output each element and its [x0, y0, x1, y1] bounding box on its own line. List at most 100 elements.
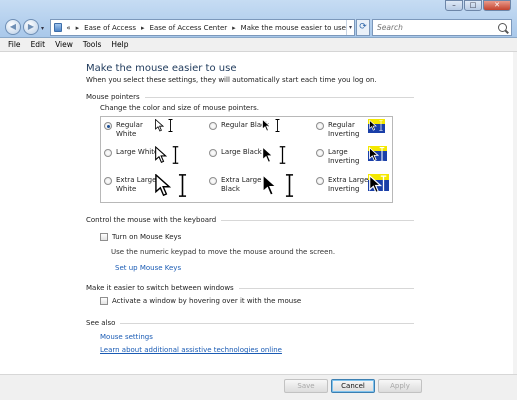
pointer-option-label[interactable]: Regular Inverting	[328, 121, 359, 139]
pointer-option[interactable]: Extra Large White	[104, 176, 156, 194]
close-button[interactable]: ✕	[483, 0, 511, 11]
pointer-option-label[interactable]: Extra Large White	[116, 176, 156, 194]
pointer-option[interactable]: Extra Large Black	[209, 176, 261, 194]
section-label: Control the mouse with the keyboard	[86, 216, 217, 224]
search-input[interactable]	[377, 23, 495, 32]
maximize-button[interactable]: □	[464, 0, 482, 11]
search-box[interactable]	[372, 19, 512, 36]
mouse-keys-checkbox-row[interactable]: Turn on Mouse Keys	[100, 233, 181, 241]
breadcrumb-separator-icon[interactable]: ▸	[232, 24, 236, 32]
button-bar: Save Cancel Apply	[0, 374, 517, 400]
pointer-preview-icon	[368, 119, 385, 133]
see-also-heading: See also	[86, 319, 414, 327]
pointer-option-label-line2: Black	[221, 185, 240, 193]
menu-edit[interactable]: Edit	[31, 40, 46, 49]
keyboard-section-heading: Control the mouse with the keyboard	[86, 216, 414, 224]
divider	[238, 287, 414, 289]
pointer-preview-icon	[155, 173, 187, 199]
hover-activate-label[interactable]: Activate a window by hovering over it wi…	[112, 297, 301, 305]
pointer-option[interactable]: Regular Inverting	[316, 121, 359, 139]
menu-tools[interactable]: Tools	[83, 40, 101, 49]
pointer-radio[interactable]	[316, 122, 324, 130]
pointer-option[interactable]: Regular Black	[209, 121, 269, 130]
forward-button[interactable]: ▶	[23, 19, 39, 35]
address-bar[interactable]: « ▸ Ease of Access ▸ Ease of Access Cent…	[50, 19, 355, 36]
pointer-option-label[interactable]: Large Inverting	[328, 148, 359, 166]
mouse-settings-link[interactable]: Mouse settings	[100, 333, 153, 341]
pointer-option[interactable]: Regular White	[104, 121, 143, 139]
pointer-preview-icon	[368, 146, 387, 162]
assistive-technologies-link[interactable]: Learn about additional assistive technol…	[100, 346, 282, 354]
pointer-option-label-line2: White	[116, 185, 137, 193]
pointer-option-label-line1: Large White	[116, 148, 159, 156]
pointer-radio[interactable]	[209, 177, 217, 185]
menu-help[interactable]: Help	[111, 40, 128, 49]
pointer-option-label-line1: Large	[328, 148, 348, 156]
pointer-option[interactable]: Large White	[104, 148, 158, 157]
pointer-option-label-line1: Regular	[116, 121, 143, 129]
pointer-preview-icon	[155, 145, 179, 166]
forward-arrow-icon: ▶	[27, 22, 35, 31]
pointer-radio[interactable]	[104, 149, 112, 157]
pointer-option[interactable]: Large Inverting	[316, 148, 359, 166]
pointer-preview-icon	[262, 173, 294, 199]
breadcrumb-ease-of-access[interactable]: Ease of Access	[84, 24, 136, 32]
divider	[120, 322, 414, 324]
pointer-radio[interactable]	[104, 177, 112, 185]
apply-button[interactable]: Apply	[378, 379, 422, 393]
menu-file[interactable]: File	[8, 40, 21, 49]
pointer-option-label[interactable]: Large Black	[221, 148, 262, 157]
menu-view[interactable]: View	[55, 40, 73, 49]
pointer-preview-icon	[262, 118, 280, 134]
breadcrumb-separator-icon[interactable]: ▸	[76, 24, 80, 32]
cancel-button[interactable]: Cancel	[331, 379, 375, 393]
pointer-option-label[interactable]: Large White	[116, 148, 158, 157]
breadcrumb-ease-of-access-center[interactable]: Ease of Access Center	[150, 24, 228, 32]
mouse-keys-label[interactable]: Turn on Mouse Keys	[112, 233, 181, 241]
minimize-button[interactable]: –	[445, 0, 463, 11]
pointer-option-label-line2: Inverting	[328, 185, 360, 193]
back-button[interactable]: ◀	[5, 19, 21, 35]
section-label: Mouse pointers	[86, 93, 140, 101]
page-title: Make the mouse easier to use	[86, 63, 237, 74]
hover-activate-checkbox-row[interactable]: Activate a window by hovering over it wi…	[100, 297, 301, 305]
mouse-keys-description: Use the numeric keypad to move the mouse…	[111, 248, 336, 256]
mouse-pointers-heading: Mouse pointers	[86, 93, 414, 101]
pointer-radio[interactable]	[316, 177, 324, 185]
divider	[144, 96, 414, 98]
pointer-option-label[interactable]: Extra Large Inverting	[328, 176, 368, 194]
hover-activate-checkbox[interactable]	[100, 297, 108, 305]
pointer-option-label-line2: White	[116, 130, 137, 138]
pointer-option-label[interactable]: Regular White	[116, 121, 143, 139]
breadcrumb-current-page[interactable]: Make the mouse easier to use	[241, 24, 346, 32]
pointer-radio[interactable]	[209, 149, 217, 157]
pointer-option-label-line2: Inverting	[328, 130, 360, 138]
breadcrumb-overflow[interactable]: «	[66, 24, 70, 32]
pointer-option-label[interactable]: Extra Large Black	[221, 176, 261, 194]
pointer-option-label-line1: Extra Large	[221, 176, 262, 184]
pointer-radio[interactable]	[209, 122, 217, 130]
history-dropdown[interactable]: ▾	[41, 25, 44, 32]
mouse-keys-checkbox[interactable]	[100, 233, 108, 241]
pointer-radio[interactable]	[104, 122, 112, 130]
setup-mouse-keys-link[interactable]: Set up Mouse Keys	[115, 264, 181, 272]
window-switching-heading: Make it easier to switch between windows	[86, 284, 414, 292]
pointer-option[interactable]: Extra Large Inverting	[316, 176, 368, 194]
divider	[221, 219, 414, 221]
page-subtitle: When you select these settings, they wil…	[86, 76, 377, 84]
control-panel-icon	[54, 23, 63, 32]
pointer-option-label-line1: Regular	[328, 121, 355, 129]
pointer-option-label-line2: Inverting	[328, 157, 360, 165]
search-icon[interactable]	[498, 23, 507, 32]
breadcrumb-separator-icon[interactable]: ▸	[141, 24, 145, 32]
back-arrow-icon: ◀	[9, 22, 17, 31]
pointer-radio[interactable]	[316, 149, 324, 157]
pointer-preview-icon	[155, 118, 173, 134]
scrollbar[interactable]	[513, 52, 517, 374]
refresh-button[interactable]: ⟳	[356, 19, 370, 36]
window-controls: – □ ✕	[444, 0, 511, 11]
pointer-option[interactable]: Large Black	[209, 148, 262, 157]
save-button[interactable]: Save	[284, 379, 328, 393]
pointer-option-label-line1: Extra Large	[328, 176, 369, 184]
address-dropdown-icon[interactable]: ▾	[346, 20, 354, 35]
